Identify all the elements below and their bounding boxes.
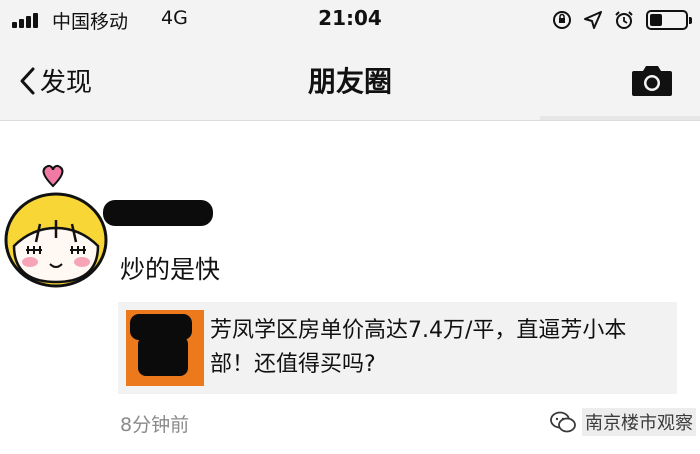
location-arrow-icon: [584, 11, 602, 29]
alarm-icon: [615, 11, 633, 29]
post-timestamp: 8分钟前: [120, 414, 190, 436]
wechat-official-account-icon: [550, 411, 576, 433]
nav-bar: 发现 朋友圈: [0, 40, 700, 121]
link-thumbnail: [126, 310, 204, 386]
link-title: 芳凤学区房单价高达7.4万/平，直逼芳小本部！还值得买吗?: [210, 318, 627, 377]
shared-link-card[interactable]: 芳凤学区房单价高达7.4万/平，直逼芳小本部！还值得买吗?: [118, 302, 677, 394]
post-text: 炒的是快: [120, 255, 221, 284]
status-bar: 中国移动 4G 21:04: [0, 0, 700, 40]
status-icons: [552, 8, 692, 32]
page-title: 朋友圈: [307, 65, 392, 98]
divider: [540, 116, 700, 120]
watermark-text: 南京楼市观察: [582, 408, 696, 436]
watermark: 南京楼市观察: [550, 408, 696, 436]
camera-button[interactable]: [630, 62, 674, 102]
camera-icon: [632, 66, 672, 96]
redacted-username: [103, 200, 213, 226]
battery-icon: [646, 10, 692, 30]
rotation-lock-icon: [553, 11, 571, 29]
avatar[interactable]: [0, 162, 112, 292]
